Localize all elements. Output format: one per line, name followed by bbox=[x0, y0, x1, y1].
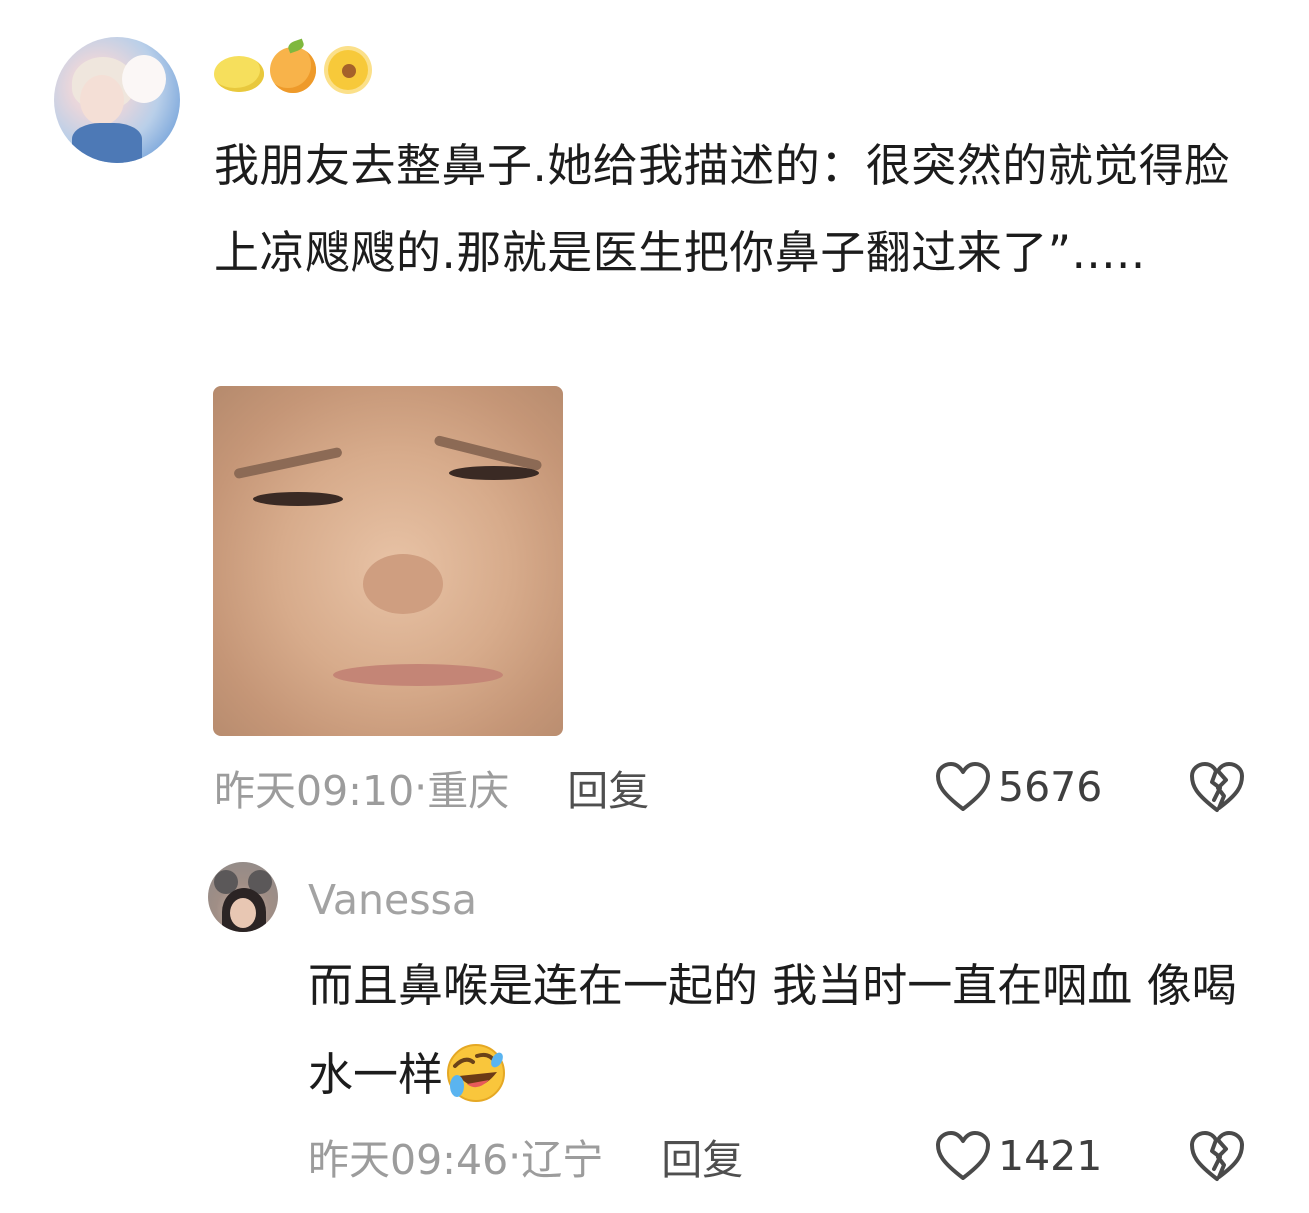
crying-baby-sticker[interactable] bbox=[213, 386, 563, 736]
like-button[interactable]: 5676 bbox=[934, 759, 1102, 815]
replier-avatar[interactable] bbox=[208, 862, 278, 932]
reply-location: 辽宁 bbox=[521, 1136, 604, 1184]
comment-location: 重庆 bbox=[427, 767, 510, 815]
user-badges bbox=[214, 44, 368, 96]
reply-time: 昨天09:46 bbox=[308, 1136, 509, 1184]
commenter-avatar[interactable] bbox=[54, 37, 180, 163]
reply-text: 而且鼻喉是连在一起的 我当时一直在咽血 像喝水一样 bbox=[308, 941, 1238, 1119]
meta-separator: · bbox=[508, 1132, 522, 1180]
meta-separator: · bbox=[414, 763, 428, 811]
broken-heart-icon[interactable] bbox=[1188, 1129, 1246, 1183]
reply-button[interactable]: 回复 bbox=[661, 1126, 743, 1186]
reply-username[interactable]: Vanessa bbox=[308, 872, 477, 928]
like-button[interactable]: 1421 bbox=[934, 1128, 1102, 1184]
broken-heart-icon[interactable] bbox=[1188, 760, 1246, 814]
heart-outline-icon[interactable] bbox=[934, 761, 992, 813]
lemon-badge-icon bbox=[214, 56, 264, 92]
reply-button[interactable]: 回复 bbox=[567, 757, 649, 817]
like-count: 1421 bbox=[998, 1132, 1103, 1180]
comment-meta: 昨天09:10 · 重庆 回复 bbox=[214, 759, 649, 815]
heart-outline-icon[interactable] bbox=[934, 1130, 992, 1182]
rolling-laughing-emoji-icon bbox=[447, 1044, 506, 1102]
comment-text: 我朋友去整鼻子.她给我描述的：很突然的就觉得脸上凉飕飕的.那就是医生把你鼻子翻过… bbox=[214, 139, 1230, 279]
sunflower-badge-icon bbox=[328, 50, 368, 90]
orange-badge-icon bbox=[270, 47, 316, 93]
reply-meta: 昨天09:46 · 辽宁 回复 bbox=[308, 1128, 743, 1184]
like-count: 5676 bbox=[998, 763, 1103, 811]
comment-time: 昨天09:10 bbox=[214, 767, 415, 815]
